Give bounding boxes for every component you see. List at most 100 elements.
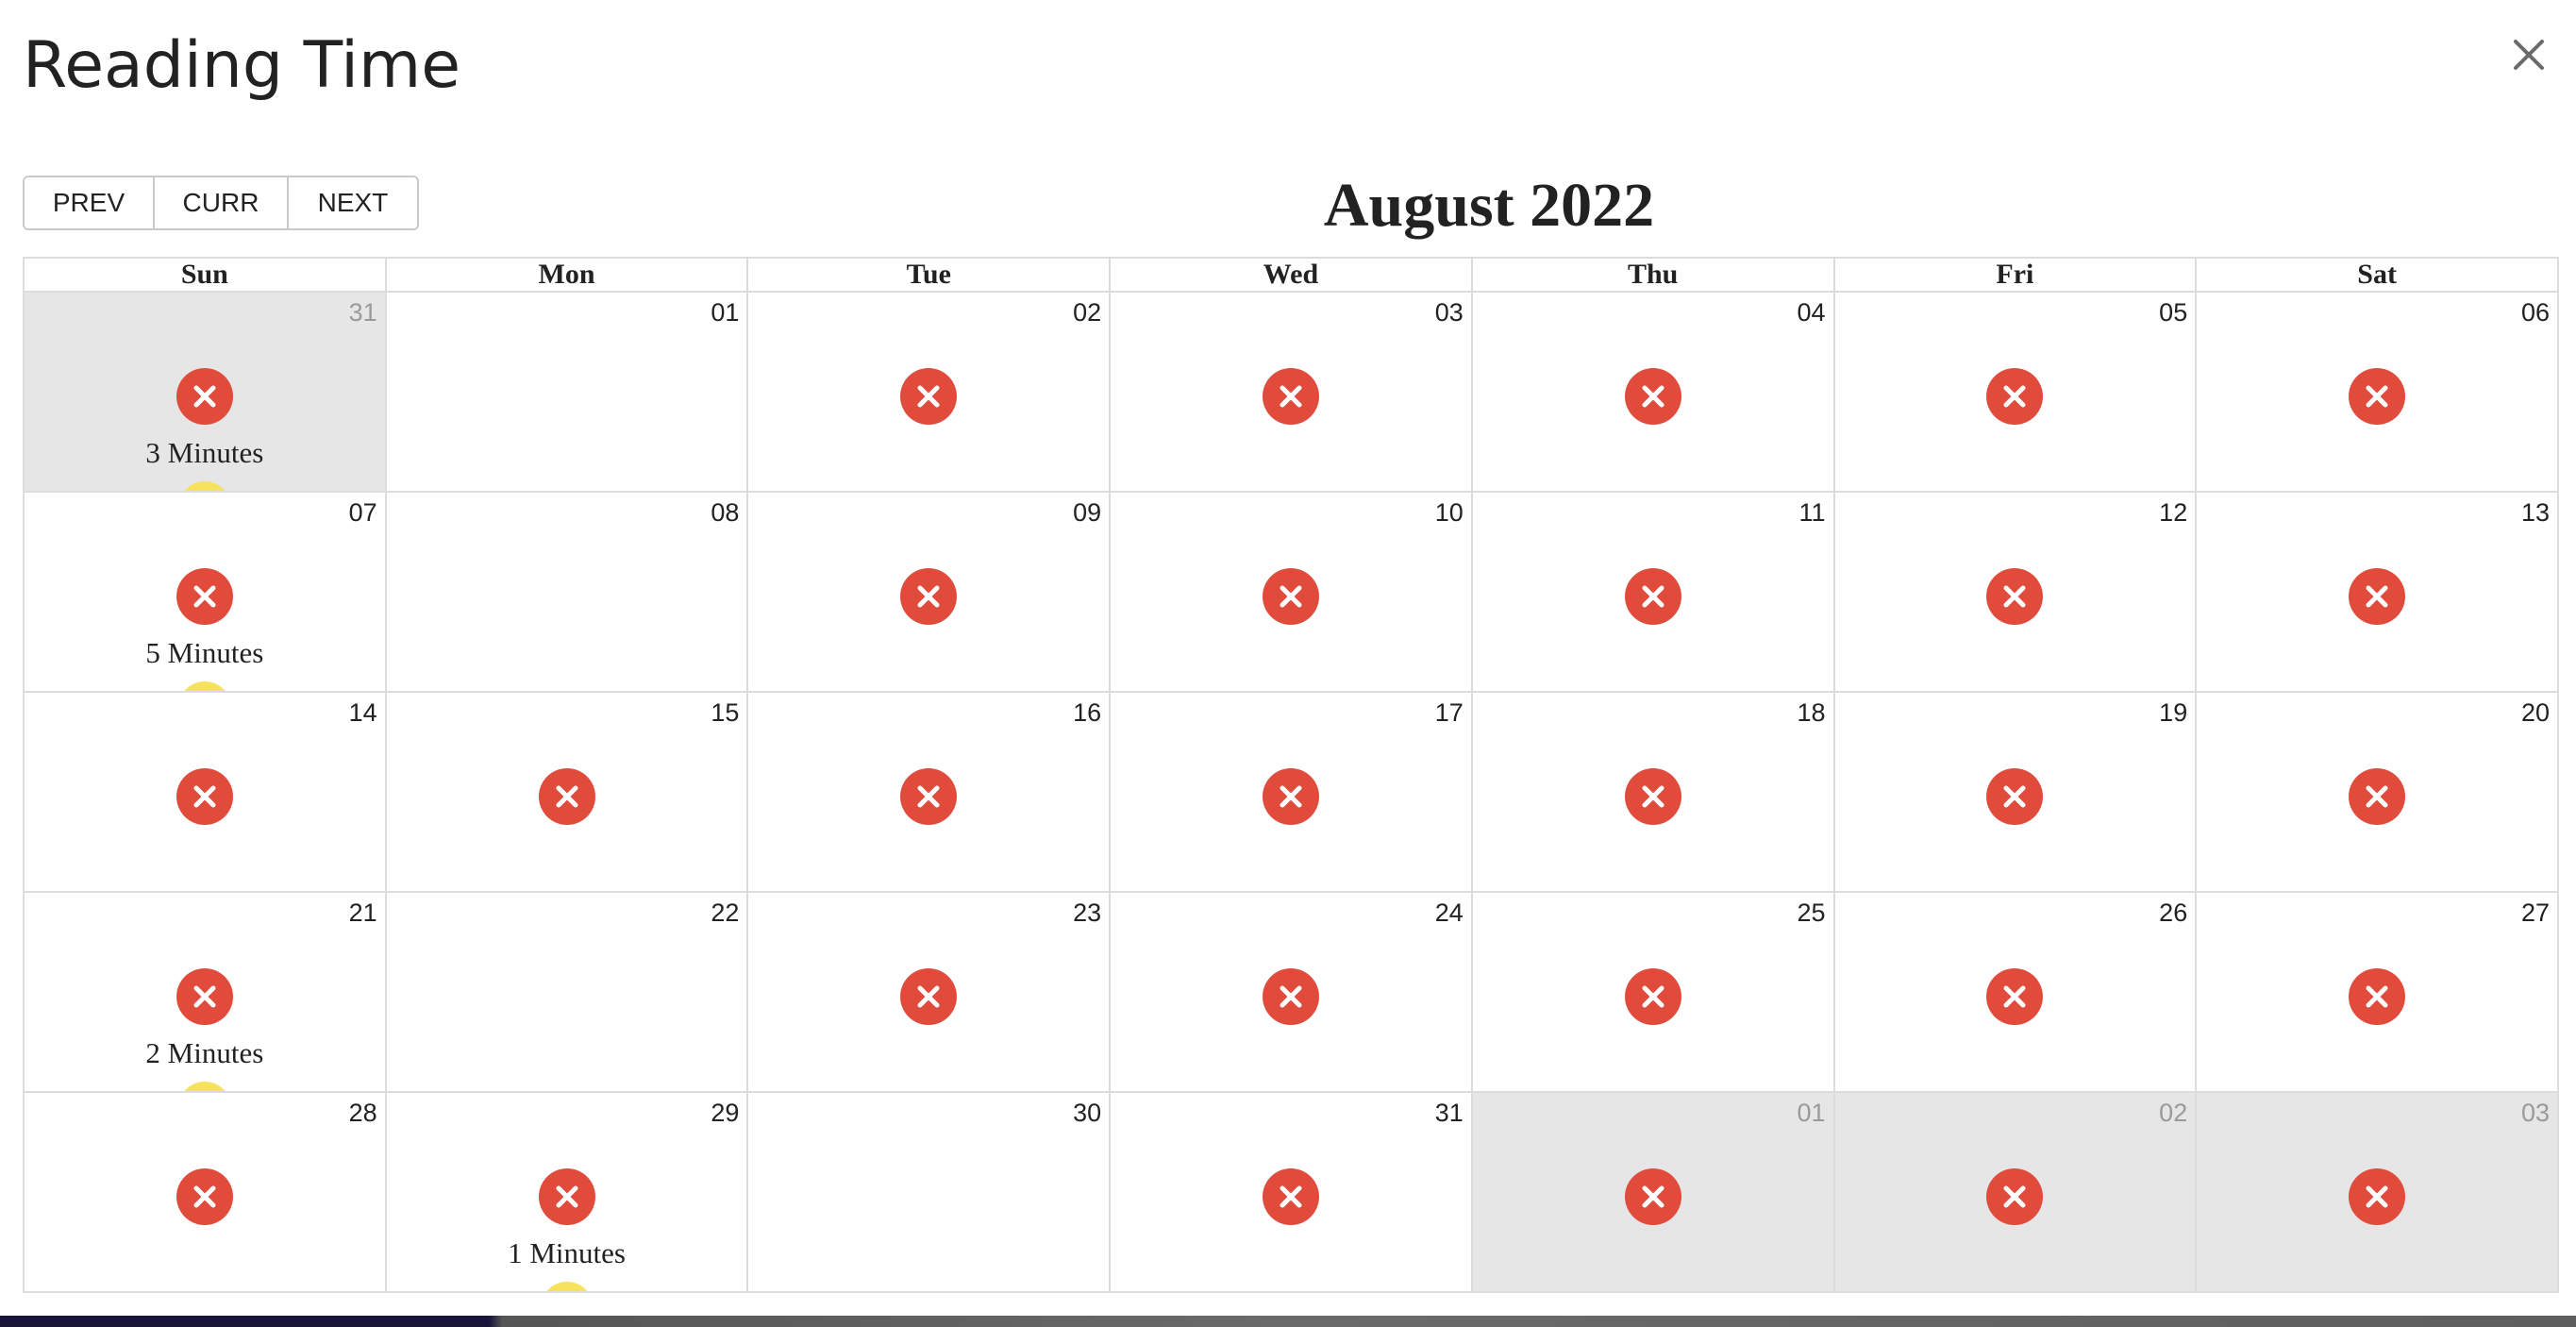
day-number: 25	[1797, 899, 1826, 927]
reading-minutes-label: 5 Minutes	[145, 636, 264, 669]
day-number: 16	[1073, 698, 1102, 727]
calendar-day-cell[interactable]: 31	[1109, 1091, 1473, 1293]
calendar-day-cell[interactable]: 02	[746, 291, 1112, 493]
calendar-day-cell[interactable]: 13	[2195, 491, 2559, 693]
calendar-day-cell[interactable]: 16	[746, 691, 1112, 893]
missed-day-icon[interactable]	[1262, 768, 1319, 825]
calendar-day-cell[interactable]: 21 2 Minutes	[23, 891, 387, 1093]
weekday-header: Sun	[23, 257, 387, 293]
missed-day-icon[interactable]	[1986, 1168, 2044, 1225]
missed-day-icon[interactable]	[2349, 368, 2406, 425]
calendar-day-cell[interactable]: 23	[746, 891, 1112, 1093]
missed-day-icon[interactable]	[538, 768, 595, 825]
missed-day-icon[interactable]	[1986, 368, 2044, 425]
day-number: 01	[1797, 1099, 1826, 1127]
calendar-day-cell[interactable]: 24	[1109, 891, 1473, 1093]
calendar-day-cell[interactable]: 20	[2195, 691, 2559, 893]
calendar-day-cell[interactable]: 03	[1109, 291, 1473, 493]
calendar-day-cell[interactable]: 08	[384, 491, 749, 693]
calendar-day-cell[interactable]: 07 5 Minutes	[23, 491, 387, 693]
calendar-day-cell[interactable]: 02	[1832, 1091, 2198, 1293]
missed-day-icon[interactable]	[900, 768, 958, 825]
calendar-day-cell[interactable]: 14	[23, 691, 387, 893]
calendar-day-cell[interactable]: 09	[746, 491, 1112, 693]
calendar-day-cell[interactable]: 03	[2195, 1091, 2559, 1293]
reading-minutes-label: 3 Minutes	[145, 436, 264, 469]
calendar-day-cell[interactable]: 06	[2195, 291, 2559, 493]
calendar-day-cell[interactable]: 11	[1470, 491, 1835, 693]
day-number: 20	[2520, 698, 2550, 727]
calendar-day-cell[interactable]: 01	[384, 291, 749, 493]
missed-day-icon[interactable]	[2349, 768, 2406, 825]
calendar-day-cell[interactable]: 10	[1109, 491, 1473, 693]
prev-button[interactable]: PREV	[25, 177, 155, 228]
calendar-day-cell[interactable]: 17	[1109, 691, 1473, 893]
day-number: 30	[1073, 1099, 1102, 1127]
calendar-day-cell[interactable]: 18	[1470, 691, 1835, 893]
calendar-day-cell[interactable]: 26	[1832, 891, 2198, 1093]
day-number: 11	[1798, 498, 1826, 527]
missed-day-icon[interactable]	[2349, 568, 2406, 625]
calendar-day-cell[interactable]: 05	[1832, 291, 2198, 493]
missed-day-icon[interactable]	[1986, 768, 2044, 825]
missed-day-icon[interactable]	[900, 968, 958, 1025]
calendar-day-cell[interactable]: 25	[1470, 891, 1835, 1093]
day-number: 03	[2520, 1099, 2550, 1127]
missed-day-icon[interactable]	[2349, 1168, 2406, 1225]
calendar-week-row: 28 29 1 Minutes 30 31 01 02 03	[23, 1091, 2559, 1293]
missed-day-icon[interactable]	[176, 568, 233, 625]
calendar-week-row: 31 3 Minutes 01 02 03 04 05 06	[23, 291, 2559, 493]
close-button[interactable]	[2508, 34, 2550, 76]
day-number: 10	[1434, 498, 1464, 527]
missed-day-icon[interactable]	[2349, 968, 2406, 1025]
curr-button[interactable]: CURR	[155, 177, 289, 228]
missed-day-icon[interactable]	[1262, 968, 1319, 1025]
weekday-header: Sat	[2195, 257, 2559, 293]
calendar-day-cell[interactable]: 04	[1470, 291, 1835, 493]
missed-day-icon[interactable]	[1262, 568, 1319, 625]
reading-minutes-label: 2 Minutes	[145, 1036, 264, 1069]
missed-day-icon[interactable]	[176, 768, 233, 825]
missed-day-icon[interactable]	[1624, 368, 1681, 425]
weekday-header: Thu	[1470, 257, 1835, 293]
day-number: 29	[711, 1099, 740, 1127]
modal-title: Reading Time	[23, 28, 461, 103]
day-number: 01	[711, 298, 740, 327]
calendar-day-cell[interactable]: 29 1 Minutes	[384, 1091, 749, 1293]
month-nav-group: PREV CURR NEXT	[23, 176, 419, 230]
calendar-day-cell[interactable]: 31 3 Minutes	[23, 291, 387, 493]
missed-day-icon[interactable]	[900, 568, 958, 625]
missed-day-icon[interactable]	[176, 368, 233, 425]
missed-day-icon[interactable]	[176, 1168, 233, 1225]
day-number: 27	[2520, 899, 2550, 927]
calendar-day-cell[interactable]: 22	[384, 891, 749, 1093]
missed-day-icon[interactable]	[1624, 968, 1681, 1025]
missed-day-icon[interactable]	[1262, 1168, 1319, 1225]
next-button[interactable]: NEXT	[289, 177, 417, 228]
weekday-header-row: Sun Mon Tue Wed Thu Fri Sat	[23, 257, 2559, 293]
missed-day-icon[interactable]	[900, 368, 958, 425]
missed-day-icon[interactable]	[1986, 568, 2044, 625]
missed-day-icon[interactable]	[1262, 368, 1319, 425]
calendar-day-cell[interactable]: 19	[1832, 691, 2198, 893]
calendar-day-cell[interactable]: 28	[23, 1091, 387, 1293]
day-number: 22	[711, 899, 740, 927]
calendar-day-cell[interactable]: 27	[2195, 891, 2559, 1093]
weekday-header: Tue	[746, 257, 1112, 293]
weekday-header: Mon	[384, 257, 749, 293]
missed-day-icon[interactable]	[1624, 568, 1681, 625]
missed-day-icon[interactable]	[538, 1168, 595, 1225]
missed-day-icon[interactable]	[1986, 968, 2044, 1025]
day-number: 08	[711, 498, 740, 527]
missed-day-icon[interactable]	[176, 968, 233, 1025]
day-number: 24	[1434, 899, 1464, 927]
calendar-day-cell[interactable]: 01	[1470, 1091, 1835, 1293]
day-number: 31	[348, 298, 377, 327]
calendar-day-cell[interactable]: 12	[1832, 491, 2198, 693]
missed-day-icon[interactable]	[1624, 768, 1681, 825]
calendar-day-cell[interactable]: 15	[384, 691, 749, 893]
day-number: 12	[2159, 498, 2188, 527]
day-number: 15	[711, 698, 740, 727]
missed-day-icon[interactable]	[1624, 1168, 1681, 1225]
calendar-day-cell[interactable]: 30	[746, 1091, 1112, 1293]
